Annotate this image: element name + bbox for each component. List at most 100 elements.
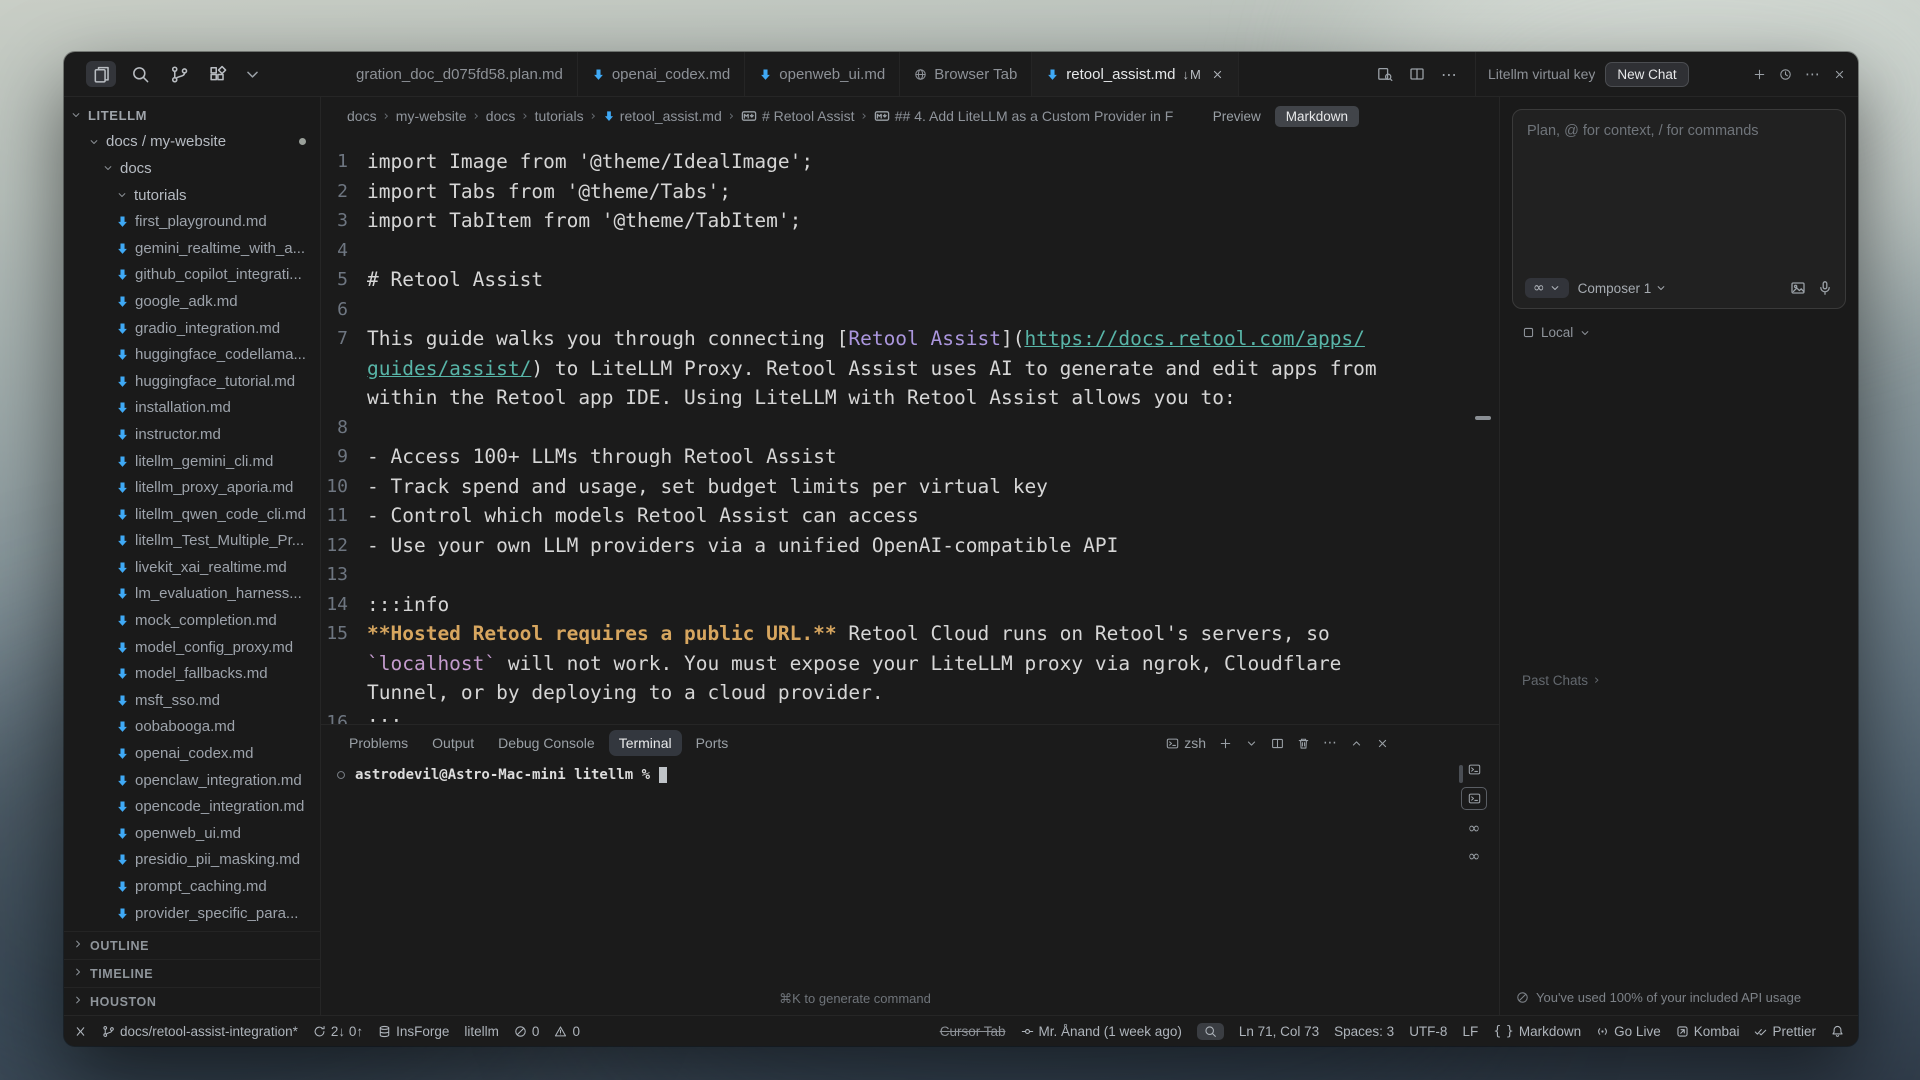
- panel-tab-output[interactable]: Output: [422, 730, 484, 756]
- tab-gration-doc-d075fd58-plan-md[interactable]: gration_doc_d075fd58.plan.md: [342, 52, 578, 96]
- breadcrumb-folder[interactable]: my-website: [396, 108, 467, 124]
- mode-preview[interactable]: Preview: [1213, 109, 1261, 124]
- tree-file[interactable]: google_adk.md: [64, 288, 320, 315]
- status-search-toggle[interactable]: [1197, 1023, 1224, 1040]
- tree-file[interactable]: litellm_Test_Multiple_Pr...: [64, 528, 320, 555]
- activity-source-control[interactable]: [164, 61, 194, 87]
- status-git-sync[interactable]: 2↓ 0↑: [313, 1024, 363, 1039]
- tree-file[interactable]: huggingface_tutorial.md: [64, 368, 320, 395]
- terminal-profiles[interactable]: [1245, 737, 1258, 750]
- tree-file[interactable]: model_fallbacks.md: [64, 660, 320, 687]
- breadcrumb-folder[interactable]: tutorials: [535, 108, 584, 124]
- scrollbar-thumb[interactable]: [1475, 416, 1491, 420]
- activity-extensions[interactable]: [203, 61, 233, 87]
- tree-file[interactable]: github_copilot_integrati...: [64, 262, 320, 289]
- tree-file[interactable]: gemini_realtime_with_a...: [64, 235, 320, 262]
- activity-explorer[interactable]: [86, 61, 116, 87]
- tree-file[interactable]: openclaw_integration.md: [64, 767, 320, 794]
- status-litellm[interactable]: litellm: [464, 1024, 499, 1039]
- mode-markdown[interactable]: Markdown: [1275, 106, 1359, 127]
- tree-file[interactable]: model_config_proxy.md: [64, 634, 320, 661]
- tree-file[interactable]: huggingface_codellama...: [64, 341, 320, 368]
- new-chat-tab[interactable]: New Chat: [1605, 62, 1688, 87]
- tree-file[interactable]: first_playground.md: [64, 208, 320, 235]
- tree-file[interactable]: litellm_qwen_code_cli.md: [64, 501, 320, 528]
- tab-browser-tab[interactable]: Browser Tab: [900, 52, 1032, 96]
- action-open-preview[interactable]: [1377, 66, 1393, 82]
- tree-file[interactable]: livekit_xai_realtime.md: [64, 554, 320, 581]
- new-chat-button[interactable]: [1753, 68, 1766, 81]
- activity-activity-more[interactable]: [242, 61, 262, 87]
- tree-file[interactable]: openweb_ui.md: [64, 820, 320, 847]
- tree-file[interactable]: presidio_pii_masking.md: [64, 847, 320, 874]
- status-cursor-position[interactable]: Ln 71, Col 73: [1239, 1024, 1319, 1039]
- status-go-live[interactable]: Go Live: [1596, 1024, 1661, 1039]
- status-cursor-tab[interactable]: Cursor Tab: [940, 1024, 1006, 1039]
- terminal-instance-3[interactable]: ∞: [1462, 817, 1486, 838]
- tree-folder-tutorials[interactable]: tutorials: [64, 182, 320, 209]
- status-indentation[interactable]: Spaces: 3: [1334, 1024, 1394, 1039]
- breadcrumb-folder[interactable]: docs: [347, 108, 377, 124]
- status-language-mode[interactable]: { }Markdown: [1493, 1024, 1581, 1039]
- panel-tab-terminal[interactable]: Terminal: [609, 730, 682, 756]
- tree-file[interactable]: instructor.md: [64, 421, 320, 448]
- status-git-branch[interactable]: docs/retool-assist-integration*: [102, 1024, 298, 1039]
- panel-more-button[interactable]: ⋯: [1805, 65, 1820, 83]
- tab-openweb-ui-md[interactable]: openweb_ui.md: [745, 52, 900, 96]
- maximize-panel[interactable]: [1350, 737, 1363, 750]
- status-encoding[interactable]: UTF-8: [1409, 1024, 1447, 1039]
- ai-chat-tab[interactable]: Litellm virtual key: [1488, 66, 1595, 82]
- terminal-instance-4[interactable]: ∞: [1462, 845, 1486, 866]
- tree-file[interactable]: msft_sso.md: [64, 687, 320, 714]
- tree-file[interactable]: prompt_caching.md: [64, 873, 320, 900]
- breadcrumb-section[interactable]: ## 4. Add LiteLLM as a Custom Provider i…: [874, 108, 1174, 124]
- tree-file[interactable]: provider_specific_para...: [64, 900, 320, 927]
- tree-file[interactable]: openai_codex.md: [64, 740, 320, 767]
- status-eol[interactable]: LF: [1462, 1024, 1478, 1039]
- terminal-instance-1[interactable]: [1462, 759, 1486, 780]
- terminal-instance-2[interactable]: [1461, 787, 1487, 810]
- status-git-blame[interactable]: Mr. Ånand (1 week ago): [1021, 1024, 1182, 1039]
- agent-mode-selector[interactable]: ∞: [1525, 278, 1569, 298]
- past-chats-link[interactable]: Past Chats ›: [1522, 672, 1858, 688]
- action-more-actions[interactable]: ⋯: [1441, 65, 1457, 84]
- tree-file[interactable]: mock_completion.md: [64, 607, 320, 634]
- terminal-prompt-line[interactable]: astrodevil@Astro-Mac-mini litellm %: [335, 767, 1499, 783]
- tree-file[interactable]: lm_evaluation_harness...: [64, 581, 320, 608]
- tree-file[interactable]: gradio_integration.md: [64, 315, 320, 342]
- history-button[interactable]: [1779, 68, 1792, 81]
- close-panel[interactable]: [1376, 737, 1389, 750]
- model-selector[interactable]: Composer 1: [1578, 281, 1668, 296]
- close-panel-button[interactable]: [1833, 68, 1846, 81]
- breadcrumb-file[interactable]: retool_assist.md: [603, 108, 722, 124]
- sidebar-section-timeline[interactable]: TIMELINE: [64, 959, 320, 987]
- kill-terminal[interactable]: [1297, 737, 1310, 750]
- status-errors[interactable]: 0: [514, 1024, 540, 1039]
- context-selector[interactable]: Local: [1522, 325, 1858, 340]
- sidebar-section-houston[interactable]: HOUSTON: [64, 987, 320, 1015]
- terminal-more[interactable]: ⋯: [1323, 735, 1337, 751]
- panel-tab-debug-console[interactable]: Debug Console: [488, 730, 605, 756]
- panel-tab-ports[interactable]: Ports: [686, 730, 739, 756]
- voice-input-button[interactable]: [1817, 280, 1833, 296]
- tree-folder-docs-my-website[interactable]: docs / my-website: [64, 129, 320, 156]
- tree-file[interactable]: litellm_gemini_cli.md: [64, 448, 320, 475]
- shell-selector[interactable]: zsh: [1166, 735, 1206, 751]
- breadcrumb-section[interactable]: # Retool Assist: [741, 108, 855, 124]
- tree-file[interactable]: opencode_integration.md: [64, 793, 320, 820]
- status-remote-indicator[interactable]: [74, 1025, 87, 1038]
- status-prettier[interactable]: Prettier: [1754, 1024, 1816, 1039]
- tab-openai-codex-md[interactable]: openai_codex.md: [578, 52, 745, 96]
- close-icon[interactable]: [1211, 68, 1224, 81]
- code-editor[interactable]: 1import Image from '@theme/IdealImage';2…: [321, 135, 1499, 724]
- tree-file[interactable]: litellm_proxy_aporia.md: [64, 474, 320, 501]
- status-notifications[interactable]: [1831, 1025, 1844, 1038]
- status-insforge[interactable]: InsForge: [378, 1024, 449, 1039]
- attach-image-button[interactable]: [1790, 280, 1806, 296]
- split-terminal[interactable]: [1271, 737, 1284, 750]
- breadcrumb-folder[interactable]: docs: [486, 108, 516, 124]
- tree-file[interactable]: installation.md: [64, 395, 320, 422]
- tree-file[interactable]: oobabooga.md: [64, 714, 320, 741]
- status-kombai[interactable]: Kombai: [1676, 1024, 1740, 1039]
- status-warnings[interactable]: 0: [554, 1024, 580, 1039]
